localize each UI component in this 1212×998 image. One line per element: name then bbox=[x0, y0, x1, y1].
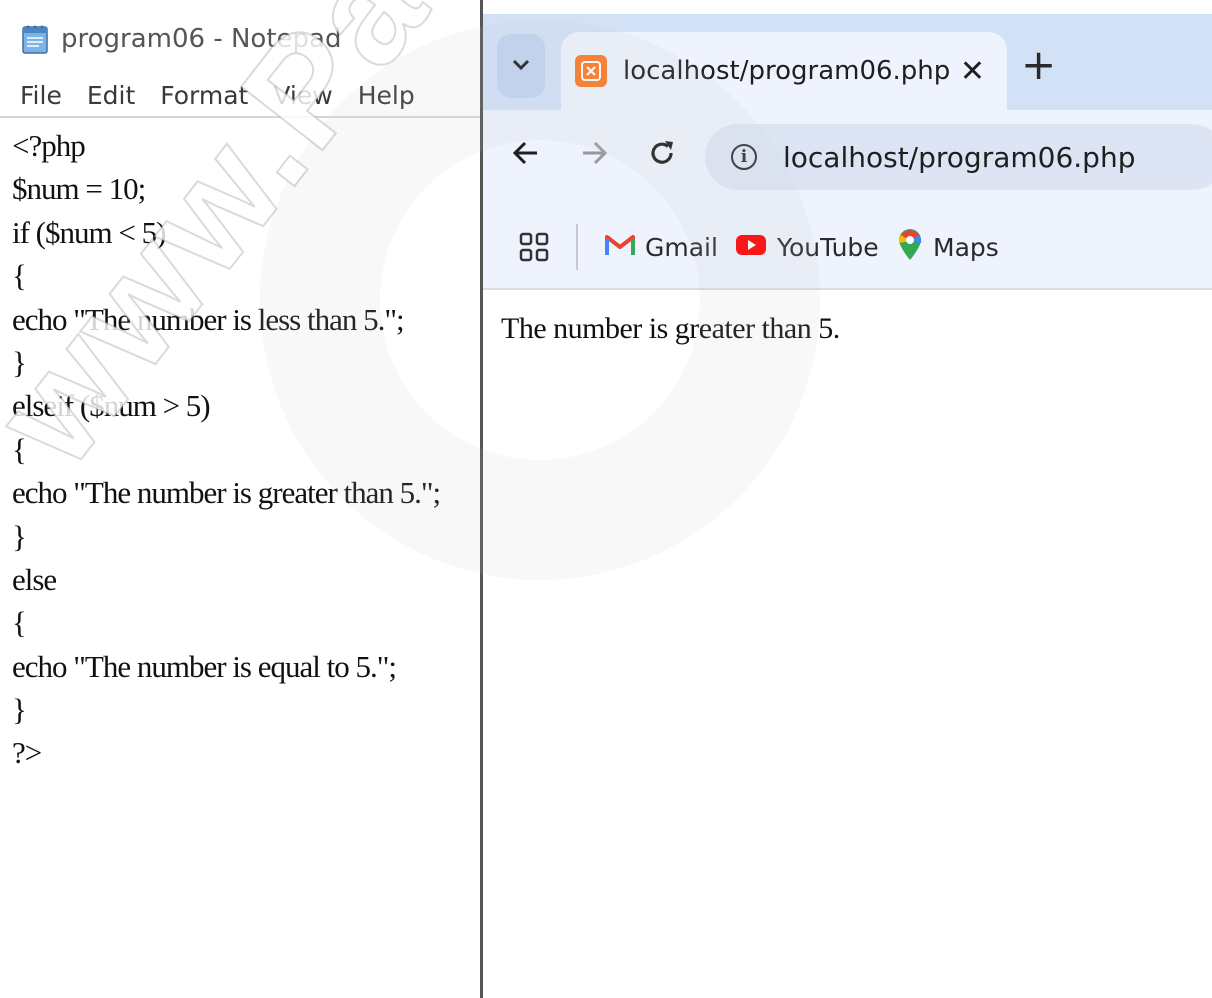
menu-edit[interactable]: Edit bbox=[87, 81, 135, 110]
back-arrow-icon[interactable] bbox=[511, 138, 541, 172]
code-line: elseif ($num > 5) bbox=[12, 388, 211, 424]
notepad-icon bbox=[19, 23, 51, 55]
code-line: } bbox=[12, 518, 27, 554]
bookmark-maps[interactable]: Maps bbox=[897, 226, 999, 268]
bookmark-youtube[interactable]: YouTube bbox=[735, 226, 879, 268]
notepad-menubar: File Edit Format View Help bbox=[0, 74, 480, 118]
gmail-icon bbox=[605, 233, 635, 261]
page-output-text: The number is greater than 5. bbox=[501, 312, 840, 345]
menu-help[interactable]: Help bbox=[358, 81, 415, 110]
code-line: ?> bbox=[12, 735, 42, 771]
bookmark-label: Maps bbox=[933, 232, 999, 262]
address-bar[interactable]: i localhost/program06.php bbox=[705, 124, 1212, 190]
xampp-favicon-icon bbox=[575, 55, 607, 87]
bookmark-gmail[interactable]: Gmail bbox=[605, 226, 718, 268]
bookmark-label: YouTube bbox=[777, 232, 879, 262]
youtube-icon bbox=[735, 233, 767, 261]
bookmarks-separator bbox=[576, 224, 578, 270]
tab-search-button[interactable] bbox=[497, 34, 545, 98]
tab-active[interactable]: localhost/program06.php ✕ bbox=[561, 32, 1007, 110]
code-line: } bbox=[12, 692, 27, 728]
notepad-window: program06 - Notepad File Edit Format Vie… bbox=[0, 0, 480, 998]
code-line: echo "The number is less than 5."; bbox=[12, 301, 405, 337]
apps-grid-icon[interactable] bbox=[519, 232, 549, 262]
code-line: { bbox=[12, 431, 27, 467]
code-line: { bbox=[12, 605, 27, 641]
tab-title: localhost/program06.php bbox=[623, 56, 951, 86]
code-line: <?php bbox=[12, 128, 86, 163]
maps-pin-icon bbox=[897, 229, 923, 265]
bookmark-label: Gmail bbox=[645, 232, 718, 262]
menu-file[interactable]: File bbox=[20, 81, 62, 110]
notepad-titlebar: program06 - Notepad bbox=[0, 14, 480, 64]
menu-view[interactable]: View bbox=[273, 81, 332, 110]
chevron-down-icon bbox=[511, 57, 531, 76]
code-line: else bbox=[12, 561, 57, 597]
notepad-text-area[interactable]: <?php $num = 10; if ($num < 5) { echo "T… bbox=[12, 124, 472, 775]
code-line: if ($num < 5) bbox=[12, 214, 166, 250]
browser-window: localhost/program06.php ✕ + i localhost/… bbox=[480, 0, 1212, 998]
code-line: echo "The number is greater than 5."; bbox=[12, 475, 441, 511]
bookmarks-bar: Gmail YouTube Maps bbox=[483, 204, 1212, 290]
notepad-title: program06 - Notepad bbox=[61, 24, 342, 54]
code-line: { bbox=[12, 258, 27, 294]
close-icon[interactable]: ✕ bbox=[960, 54, 985, 89]
reload-icon[interactable] bbox=[647, 138, 677, 172]
code-line: $num = 10; bbox=[12, 171, 146, 207]
site-info-icon[interactable]: i bbox=[731, 144, 757, 170]
code-line: } bbox=[12, 344, 27, 380]
browser-toolbar: i localhost/program06.php bbox=[483, 110, 1212, 204]
url-text: localhost/program06.php bbox=[783, 140, 1136, 174]
new-tab-icon[interactable]: + bbox=[1021, 44, 1056, 86]
tab-strip: localhost/program06.php ✕ + bbox=[483, 14, 1212, 110]
forward-arrow-icon[interactable] bbox=[579, 138, 609, 172]
code-line: echo "The number is equal to 5."; bbox=[12, 648, 397, 684]
menu-format[interactable]: Format bbox=[160, 81, 248, 110]
